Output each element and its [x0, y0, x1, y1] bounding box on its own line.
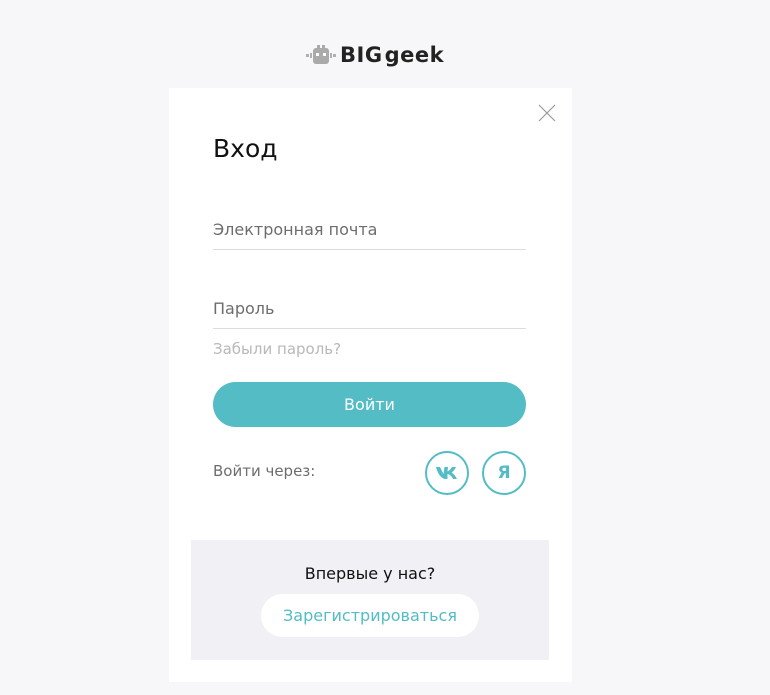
yandex-login-button[interactable]: Я	[482, 451, 526, 495]
robot-logo-icon	[306, 45, 336, 64]
login-card: Вход Забыли пароль? Войти Войти через: Я…	[169, 88, 572, 682]
brand-big: BIG	[340, 42, 383, 67]
close-icon[interactable]	[538, 104, 556, 122]
register-question: Впервые у нас?	[304, 564, 436, 583]
login-button[interactable]: Войти	[213, 382, 526, 427]
brand-wordmark: BIGgeek	[340, 42, 445, 67]
brand-geek: geek	[384, 42, 445, 67]
page-title: Вход	[213, 134, 278, 163]
forgot-password-link[interactable]: Забыли пароль?	[213, 340, 341, 358]
brand-logo[interactable]: BIGgeek	[306, 42, 444, 68]
social-login-label: Войти через:	[213, 462, 316, 480]
password-field[interactable]	[213, 299, 526, 329]
email-field[interactable]	[213, 220, 526, 250]
vk-login-button[interactable]	[425, 451, 469, 495]
register-button[interactable]: Зарегистрироваться	[261, 594, 479, 637]
vk-icon	[436, 467, 457, 479]
yandex-icon: Я	[497, 463, 511, 483]
register-panel: Впервые у нас? Зарегистрироваться	[191, 540, 549, 660]
